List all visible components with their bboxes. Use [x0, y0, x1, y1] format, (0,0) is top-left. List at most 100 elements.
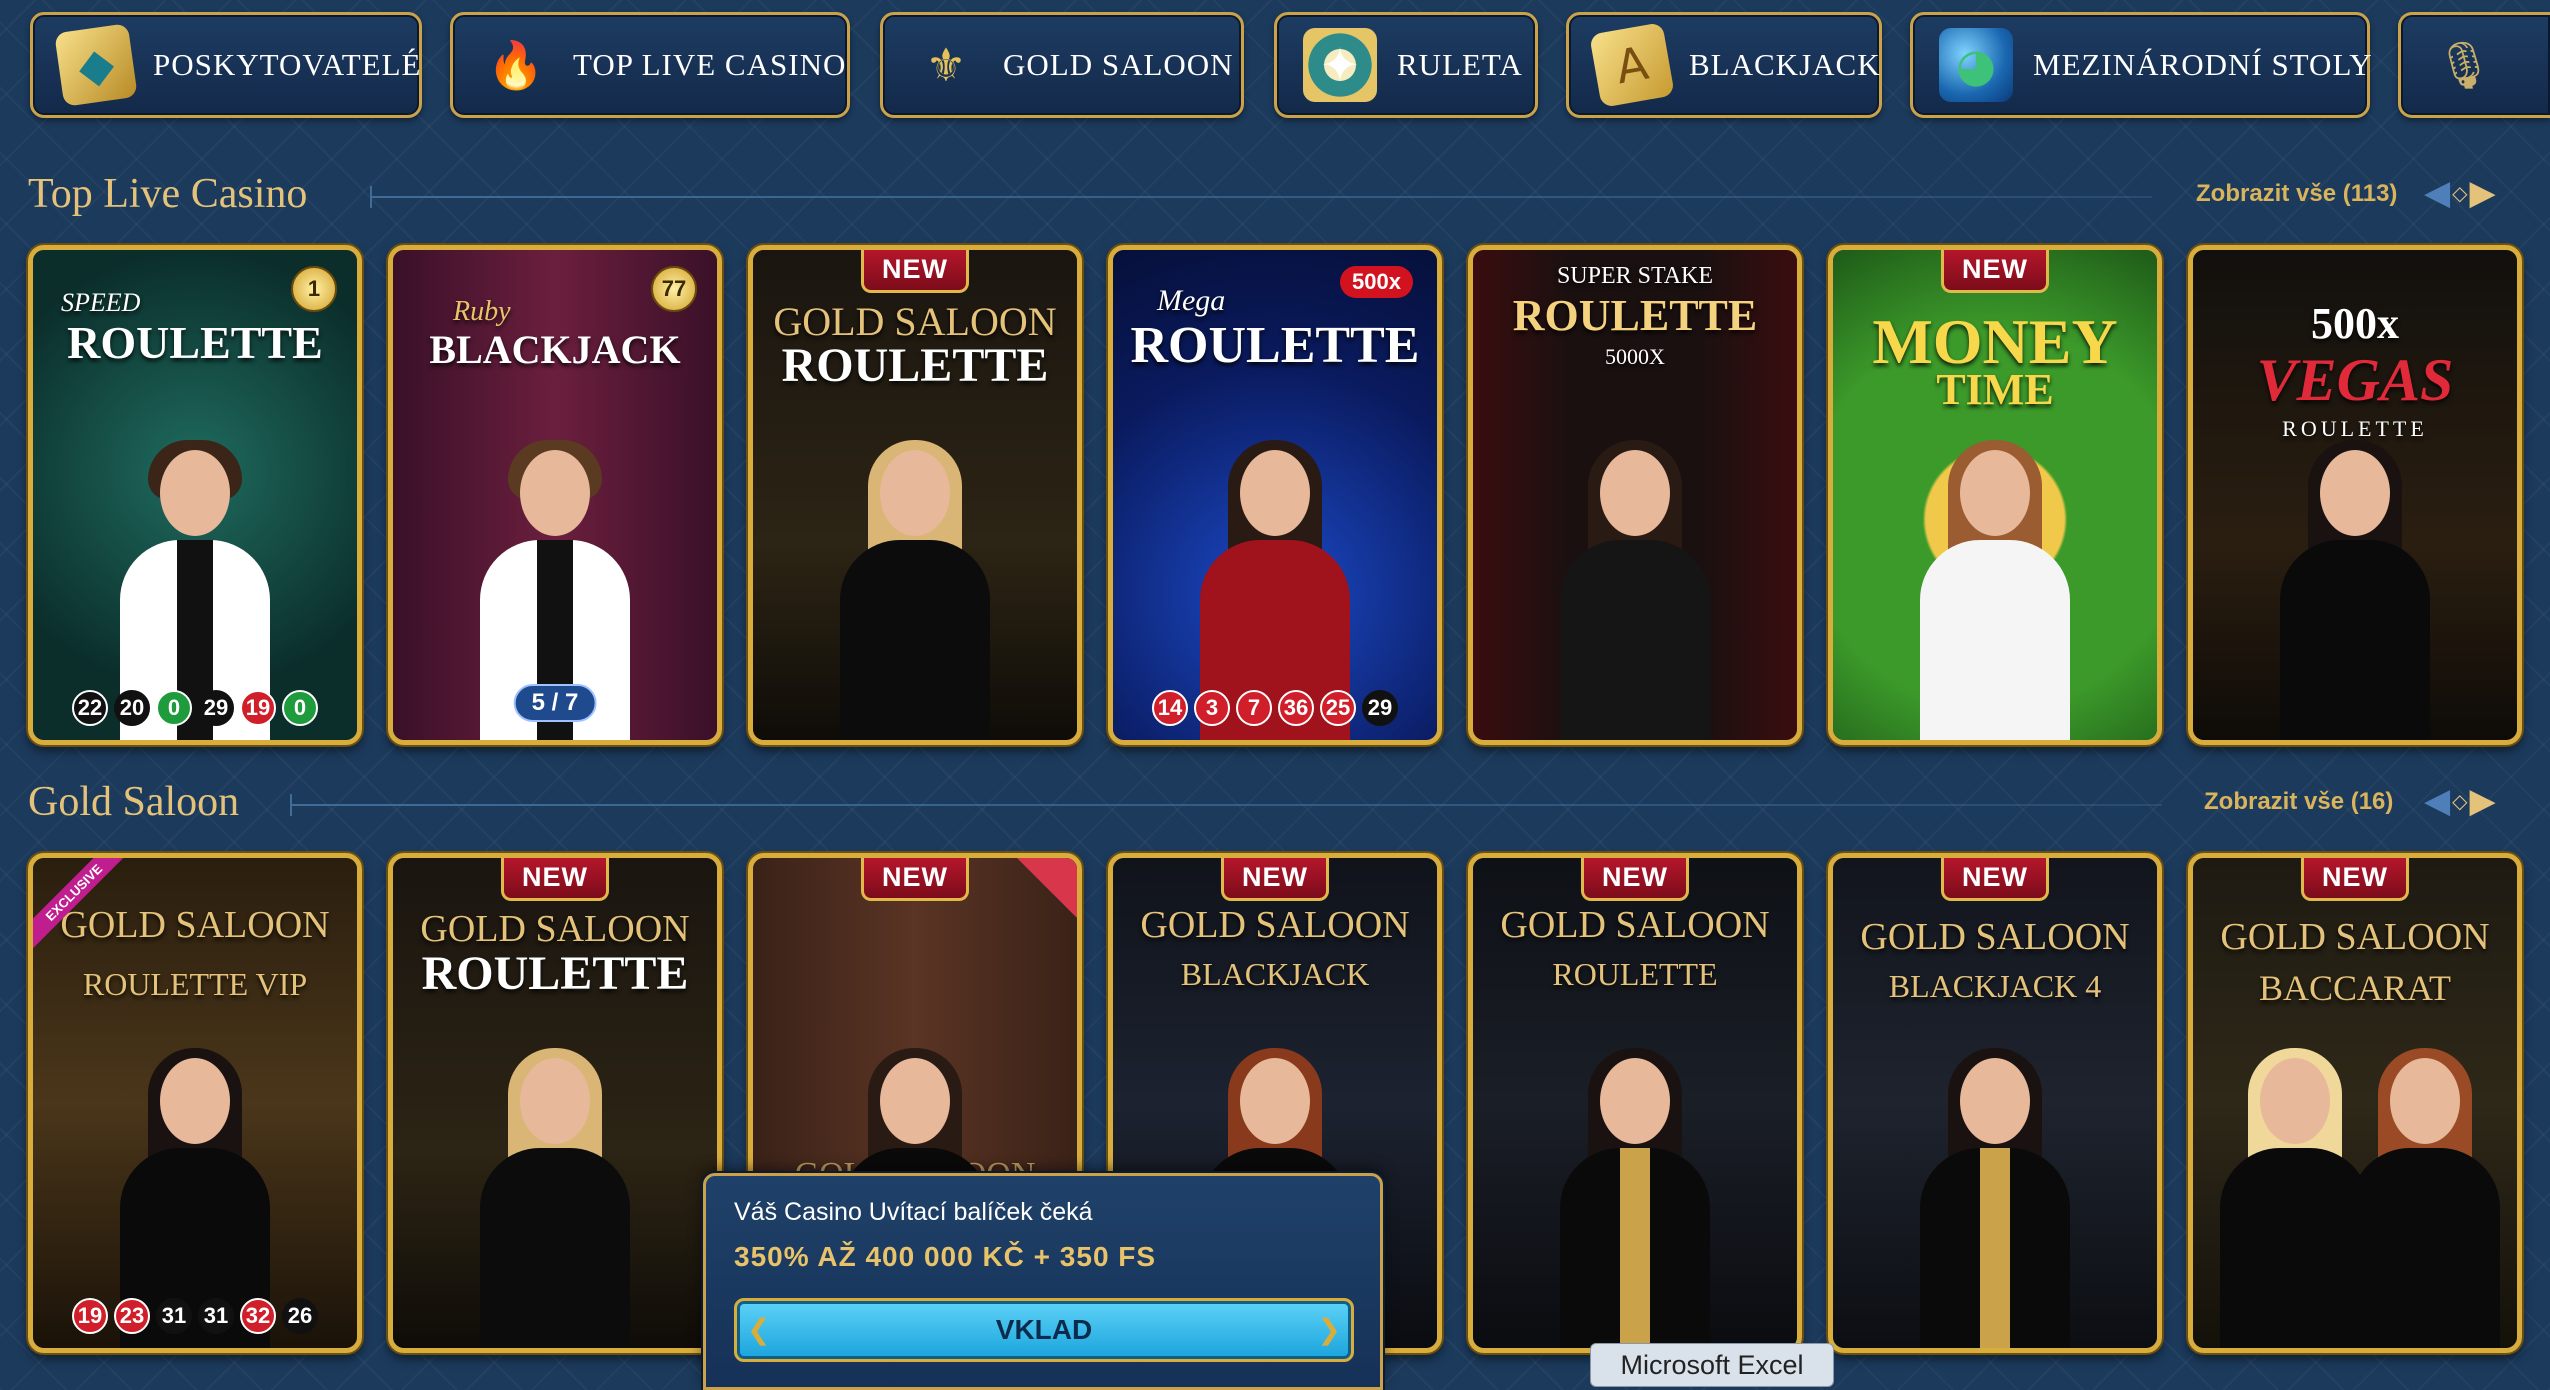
category-label: BLACKJACK	[1689, 47, 1881, 82]
game-card-money-time[interactable]: NEW MONEY TIME	[1828, 245, 2162, 745]
carousel-next-icon[interactable]: ▶	[2470, 781, 2496, 821]
game-card-gold-saloon-roulette[interactable]: NEW GOLD SALOON ROULETTE	[748, 245, 1082, 745]
show-all-link[interactable]: Zobrazit vše (16)	[2204, 788, 2393, 816]
result-number: 19	[72, 1298, 108, 1334]
card-title: GOLD SALOON	[1140, 904, 1410, 946]
game-card-speed-roulette[interactable]: 1 SPEED ROULETTE 22 20 0 29 19 0	[28, 245, 362, 745]
card-title: GOLD SALOON	[420, 908, 690, 950]
section-title-top-live-casino: Top Live Casino	[28, 171, 308, 217]
roulette-wheel-icon: ✦	[1303, 28, 1377, 102]
category-label: MEZINÁRODNÍ STOLY	[2033, 47, 2373, 82]
card-tag: ROULETTE	[2282, 416, 2428, 441]
card-title: GOLD SALOON	[2220, 916, 2490, 958]
dealer-image	[480, 1048, 630, 1348]
result-number: 31	[156, 1298, 192, 1334]
result-number: 19	[240, 690, 276, 726]
microphone-icon: 🎙	[2434, 37, 2494, 92]
result-number: 0	[282, 690, 318, 726]
rank-badge: 1	[291, 266, 337, 312]
result-number: 7	[1236, 690, 1272, 726]
carousel-dot-icon: ◇	[2452, 181, 2468, 205]
welcome-bonus-popup: Váš Casino Uvítací balíček čeká 350% AŽ …	[703, 1173, 1383, 1390]
result-number: 0	[156, 690, 192, 726]
dealer-image	[2220, 1048, 2370, 1348]
card-subtitle: BLACKJACK	[1180, 956, 1370, 992]
dealer-image	[1920, 440, 2070, 740]
card-subtitle: ROULETTE VIP	[82, 966, 308, 1002]
card-title: BLACKJACK	[429, 327, 681, 372]
result-number: 36	[1278, 690, 1314, 726]
section-title-gold-saloon: Gold Saloon	[28, 779, 240, 825]
new-badge: NEW	[501, 858, 609, 901]
dealer-image	[1560, 1048, 1710, 1348]
recent-results: 22 20 0 29 19 0	[43, 690, 347, 726]
recent-results: 14 3 7 36 25 29	[1123, 690, 1427, 726]
providers-icon: ◆	[54, 23, 138, 107]
card-title: VEGAS	[2256, 347, 2454, 413]
taskbar-tooltip: Microsoft Excel	[1590, 1343, 1834, 1387]
carousel-arrows: ◀ ◇ ▶	[2424, 781, 2496, 821]
result-number: 32	[240, 1298, 276, 1334]
featured-star-icon	[1017, 858, 1077, 918]
carousel-next-icon[interactable]: ▶	[2470, 173, 2496, 213]
dealer-image	[2280, 440, 2430, 740]
carousel-prev-icon[interactable]: ◀	[2424, 173, 2450, 213]
deposit-button[interactable]: ❮ VKLAD ❯	[734, 1298, 1354, 1362]
card-subtitle: ROULETTE	[1552, 956, 1718, 992]
category-providers[interactable]: ◆ POSKYTOVATELÉ	[30, 12, 422, 118]
category-blackjack[interactable]: A BLACKJACK	[1566, 12, 1882, 118]
game-card-gold-saloon-roulette-vip[interactable]: EXCLUSIVE GOLD SALOON ROULETTE VIP 19 23…	[28, 853, 362, 1353]
game-card-gold-saloon-roulette-2[interactable]: NEW GOLD SALOON ROULETTE	[1468, 853, 1802, 1353]
result-number: 22	[72, 690, 108, 726]
result-number: 31	[198, 1298, 234, 1334]
new-badge: NEW	[1581, 858, 1689, 901]
category-top-live-casino[interactable]: 🔥 TOP LIVE CASINO	[450, 12, 850, 118]
result-number: 25	[1320, 690, 1356, 726]
card-title: GOLD SALOON	[1500, 904, 1770, 946]
result-number: 23	[114, 1298, 150, 1334]
cards-icon: A	[1589, 22, 1675, 108]
new-badge: NEW	[861, 250, 969, 293]
section-divider	[370, 186, 2152, 208]
card-subtitle: ROULETTE	[421, 947, 689, 1000]
new-badge: NEW	[861, 858, 969, 901]
card-tag: 5000X	[1605, 344, 1665, 369]
result-number: 29	[198, 690, 234, 726]
category-label: POSKYTOVATELÉ	[153, 47, 422, 82]
game-card-vegas-roulette[interactable]: 500x VEGAS ROULETTE	[2188, 245, 2522, 745]
card-title: GOLD SALOON	[60, 904, 330, 946]
category-ruleta[interactable]: ✦ RULETA	[1274, 12, 1538, 118]
card-subtitle: GOLD SALOON	[773, 299, 1057, 344]
card-title: GOLD SALOON	[1860, 916, 2130, 958]
category-gold-saloon[interactable]: ⚜ GOLD SALOON	[880, 12, 1244, 118]
game-card-gold-saloon-blackjack-4[interactable]: NEW GOLD SALOON BLACKJACK 4	[1828, 853, 2162, 1353]
game-card-gold-saloon-roulette[interactable]: NEW GOLD SALOON ROULETTE	[388, 853, 722, 1353]
chevron-left-icon: ❮	[747, 1313, 771, 1346]
dealer-image	[2350, 1048, 2500, 1348]
game-card-super-stake-roulette[interactable]: SUPER STAKE ROULETTE 5000X	[1468, 245, 1802, 745]
card-title: ROULETTE	[1512, 291, 1758, 340]
result-number: 26	[282, 1298, 318, 1334]
category-label: GOLD SALOON	[1003, 47, 1234, 82]
dealer-image	[840, 440, 990, 740]
show-all-link[interactable]: Zobrazit vše (113)	[2196, 180, 2397, 208]
deposit-button-label: VKLAD	[995, 1314, 1093, 1345]
fleur-de-lis-icon: ⚜	[925, 38, 967, 92]
game-card-mega-roulette[interactable]: 500x Mega ROULETTE 14 3 7 36 25 29	[1108, 245, 1442, 745]
popup-bonus-offer: 350% AŽ 400 000 KČ + 350 FS	[734, 1241, 1157, 1272]
card-subtitle: TIME	[1936, 365, 2054, 414]
game-card-ruby-blackjack[interactable]: 77 Ruby BLACKJACK 5 / 7	[388, 245, 722, 745]
new-badge: NEW	[1221, 858, 1329, 901]
dealer-image	[1560, 440, 1710, 740]
result-number: 20	[114, 690, 150, 726]
card-subtitle: SUPER STAKE	[1556, 263, 1714, 289]
category-bar: ◆ POSKYTOVATELÉ 🔥 TOP LIVE CASINO ⚜ GOLD…	[0, 0, 2550, 130]
card-title: ROULETTE	[67, 317, 323, 368]
game-card-gold-saloon-baccarat[interactable]: NEW GOLD SALOON BACCARAT	[2188, 853, 2522, 1353]
card-subtitle: BLACKJACK 4	[1888, 968, 2102, 1004]
carousel-prev-icon[interactable]: ◀	[2424, 781, 2450, 821]
category-international-tables[interactable]: ◕ MEZINÁRODNÍ STOLY	[1910, 12, 2373, 118]
category-label: RULETA	[1397, 47, 1523, 82]
category-game-shows[interactable]: 🎙	[2398, 12, 2550, 118]
carousel-dot-icon: ◇	[2452, 789, 2468, 813]
